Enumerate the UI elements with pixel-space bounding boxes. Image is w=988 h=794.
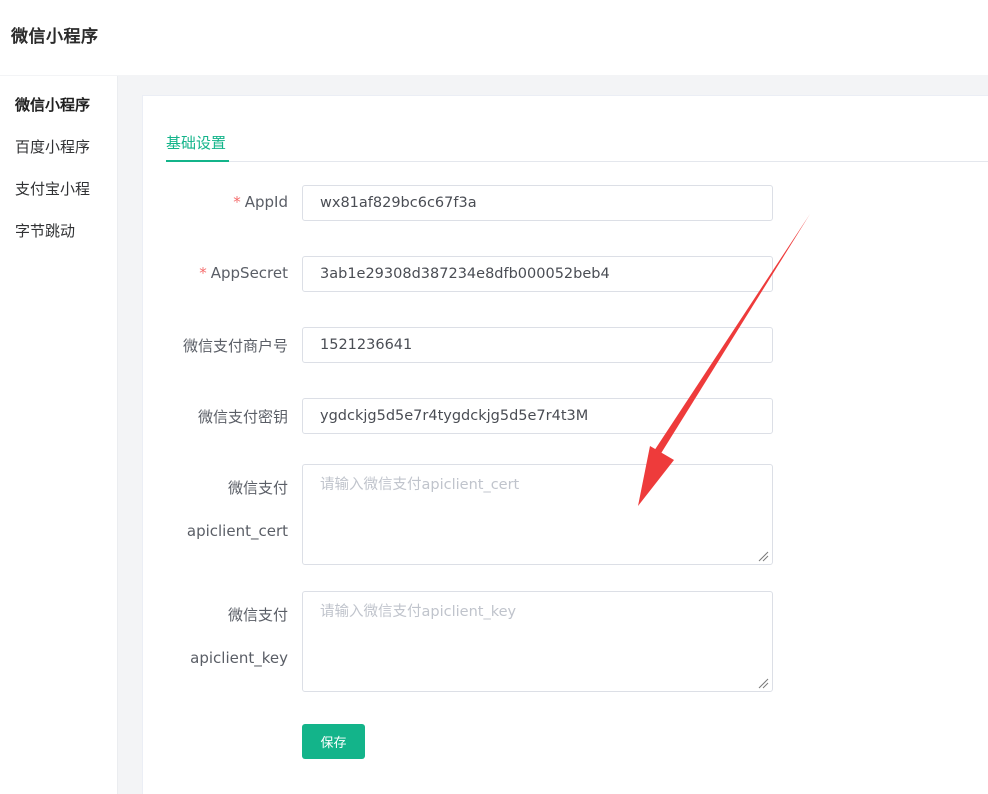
sidebar-item-baidu-miniprogram[interactable]: 百度小程序 (15, 136, 90, 157)
appid-label-text: AppId (244, 193, 288, 211)
appsecret-input[interactable] (302, 256, 773, 292)
pay-key-input[interactable] (302, 398, 773, 434)
key-label-line1: 微信支付 (227, 606, 288, 624)
save-button[interactable]: 保存 (302, 724, 365, 759)
key-label-line2: apiclient_key (190, 649, 288, 667)
page-title: 微信小程序 (11, 27, 99, 47)
cert-label-line2: apiclient_cert (186, 522, 288, 540)
key-textarea[interactable] (302, 591, 773, 692)
cert-label-line1: 微信支付 (227, 479, 288, 497)
sidebar-item-wechat-miniprogram[interactable]: 微信小程序 (15, 94, 90, 115)
tab-divider (166, 161, 988, 162)
sidebar-item-alipay-miniprogram[interactable]: 支付宝小程 (15, 178, 90, 199)
top-bar: 微信小程序 (0, 0, 988, 75)
merchant-id-label: 微信支付商户号 (182, 337, 288, 355)
pay-key-label: 微信支付密钥 (197, 408, 288, 426)
resize-handle-icon[interactable] (757, 677, 769, 689)
merchant-id-input[interactable] (302, 327, 773, 363)
resize-handle-icon[interactable] (757, 550, 769, 562)
required-mark: * (199, 264, 207, 282)
active-tab-indicator (166, 160, 229, 162)
tab-basic-settings[interactable]: 基础设置 (166, 132, 226, 153)
settings-panel: 基础设置 *AppId *AppSecret 微信支付商户号 微信支付密钥 微信… (142, 95, 988, 794)
appid-input[interactable] (302, 185, 773, 221)
appsecret-label: * AppSecret (199, 264, 288, 282)
appsecret-label-text: AppSecret (210, 264, 288, 282)
required-mark: * (233, 193, 241, 211)
sidebar: 微信小程序 百度小程序 支付宝小程 字节跳动 (0, 76, 118, 794)
appid-label: * AppId (233, 193, 288, 211)
cert-textarea[interactable] (302, 464, 773, 565)
sidebar-item-bytedance[interactable]: 字节跳动 (15, 220, 75, 241)
